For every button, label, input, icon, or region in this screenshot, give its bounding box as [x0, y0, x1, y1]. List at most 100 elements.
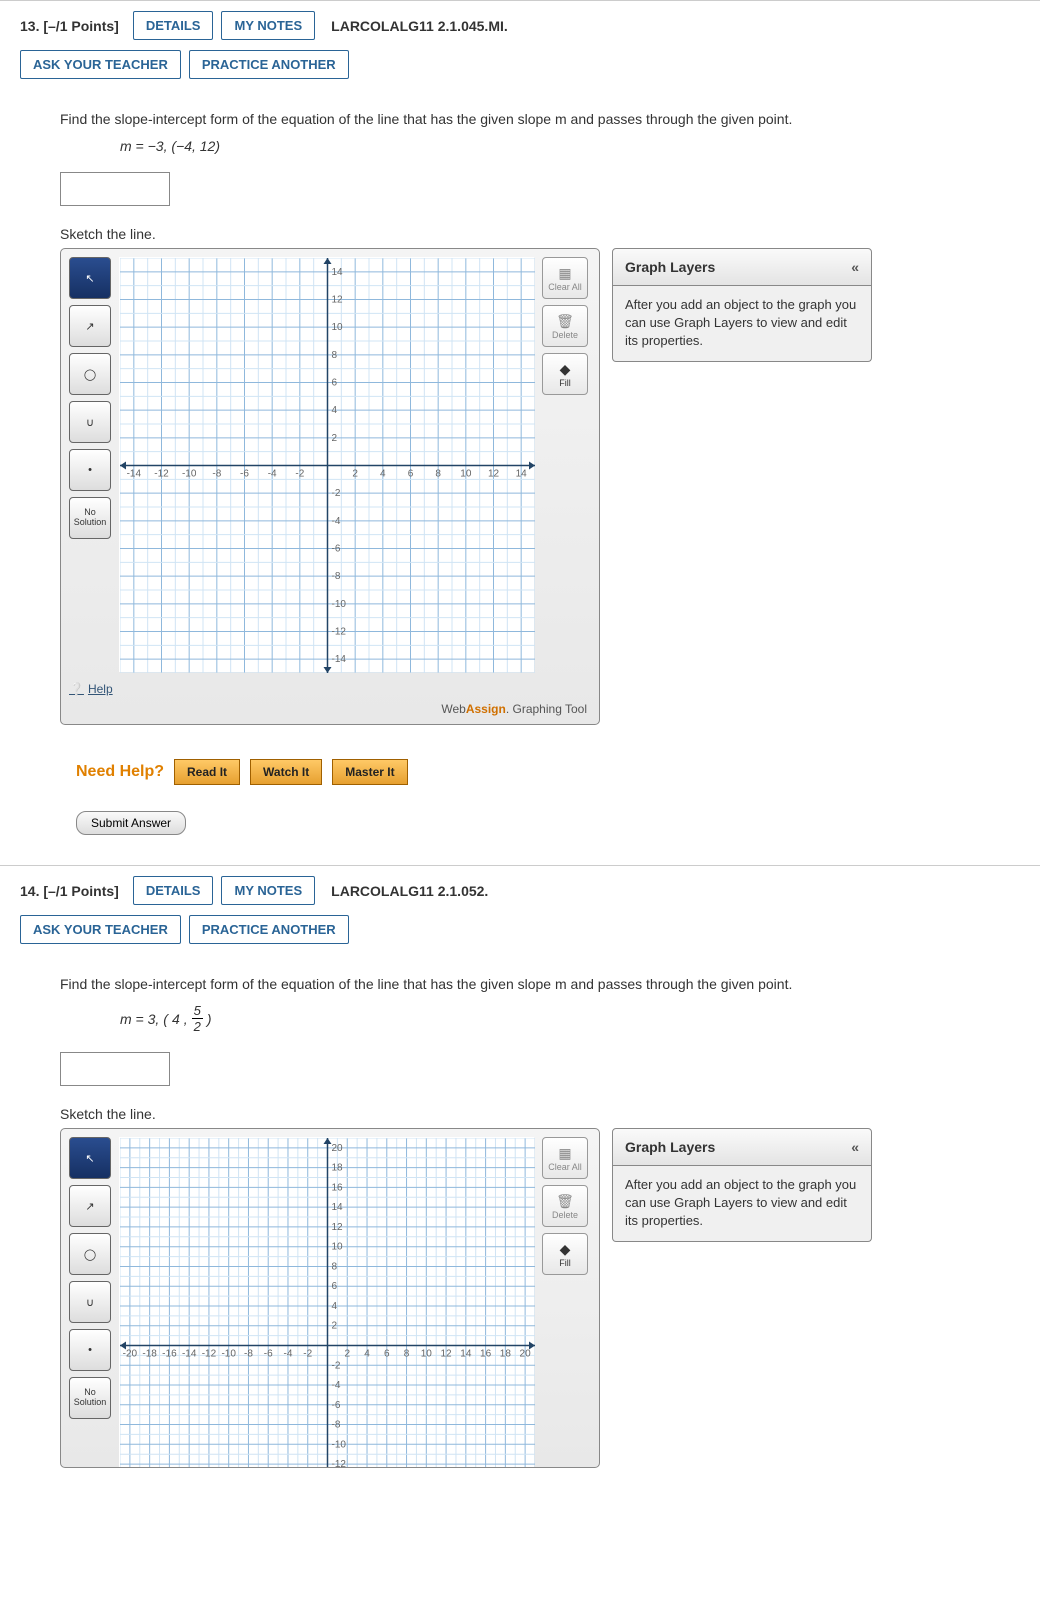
point-tool[interactable]: •	[69, 1329, 111, 1371]
svg-text:6: 6	[332, 378, 338, 389]
svg-text:-8: -8	[244, 1349, 253, 1360]
graph-layers-body: After you add an object to the graph you…	[612, 1166, 872, 1242]
help-link[interactable]: ❔Help	[69, 682, 113, 696]
trash-icon: 🗑	[556, 1193, 574, 1210]
graph-layers-panel: Graph Layers « After you add an object t…	[612, 248, 872, 362]
graph-layers-body: After you add an object to the graph you…	[612, 286, 872, 362]
svg-text:12: 12	[441, 1349, 453, 1360]
svg-text:-2: -2	[332, 1360, 341, 1371]
svg-text:-10: -10	[332, 599, 347, 610]
svg-text:-4: -4	[332, 516, 341, 527]
svg-text:-8: -8	[332, 1420, 341, 1431]
practice-another-button[interactable]: PRACTICE ANOTHER	[189, 915, 349, 944]
svg-text:14: 14	[332, 267, 344, 278]
line-tool[interactable]: ↗	[69, 1185, 111, 1227]
question-number: 14. [–/1 Points]	[20, 883, 119, 899]
svg-text:8: 8	[404, 1349, 410, 1360]
action-column: ▦Clear All 🗑Delete ◆Fill	[542, 257, 588, 672]
svg-text:2: 2	[332, 1321, 338, 1332]
details-button[interactable]: DETAILS	[133, 11, 214, 40]
my-notes-button[interactable]: MY NOTES	[221, 876, 315, 905]
svg-text:2: 2	[332, 433, 338, 444]
svg-text:6: 6	[332, 1281, 338, 1292]
parabola-tool[interactable]: ∪	[69, 401, 111, 443]
svg-text:-12: -12	[154, 469, 169, 480]
sketch-label: Sketch the line.	[60, 1106, 1020, 1122]
collapse-icon[interactable]: «	[851, 1139, 859, 1155]
line-tool[interactable]: ↗	[69, 305, 111, 347]
svg-text:-12: -12	[332, 1459, 347, 1468]
ask-teacher-button[interactable]: ASK YOUR TEACHER	[20, 50, 181, 79]
fill-icon: ◆	[560, 361, 571, 378]
tool-column: ↖ ↗ ◯ ∪ • No Solution	[69, 1137, 111, 1468]
no-solution-tool[interactable]: No Solution	[69, 497, 111, 539]
graph-svg: -14-12-10-8-6-4-22468101214-14-12-10-8-6…	[120, 258, 535, 673]
svg-text:-14: -14	[332, 654, 347, 665]
svg-text:-8: -8	[332, 571, 341, 582]
clear-all-button[interactable]: ▦Clear All	[542, 1137, 588, 1179]
fill-button[interactable]: ◆Fill	[542, 353, 588, 395]
question-header: 13. [–/1 Points] DETAILS MY NOTES LARCOL…	[0, 11, 1040, 50]
pointer-tool[interactable]: ↖	[69, 257, 111, 299]
svg-text:12: 12	[332, 295, 344, 306]
svg-text:2: 2	[344, 1349, 350, 1360]
circle-tool[interactable]: ◯	[69, 353, 111, 395]
master-it-button[interactable]: Master It	[332, 759, 407, 785]
delete-button[interactable]: 🗑Delete	[542, 1185, 588, 1227]
clear-all-button[interactable]: ▦Clear All	[542, 257, 588, 299]
svg-text:16: 16	[332, 1182, 344, 1193]
need-help-label: Need Help?	[76, 763, 164, 781]
graph-panel: ↖ ↗ ◯ ∪ • No Solution -14 -12 -10 -8 -6 -4 -2 2…	[60, 248, 600, 725]
svg-text:-2: -2	[332, 488, 341, 499]
svg-text:12: 12	[488, 469, 500, 480]
svg-text:14: 14	[460, 1349, 472, 1360]
question-header-row2: ASK YOUR TEACHER PRACTICE ANOTHER	[0, 915, 1040, 954]
watch-it-button[interactable]: Watch It	[250, 759, 322, 785]
clear-icon: ▦	[558, 265, 571, 282]
action-column: ▦Clear All 🗑Delete ◆Fill	[542, 1137, 588, 1468]
question-code: LARCOLALG11 2.1.045.MI.	[331, 18, 508, 34]
point-tool[interactable]: •	[69, 449, 111, 491]
svg-text:-6: -6	[332, 1400, 341, 1411]
question-body: Find the slope-intercept form of the equ…	[60, 974, 1020, 1468]
circle-tool[interactable]: ◯	[69, 1233, 111, 1275]
delete-button[interactable]: 🗑Delete	[542, 305, 588, 347]
my-notes-button[interactable]: MY NOTES	[221, 11, 315, 40]
parabola-tool[interactable]: ∪	[69, 1281, 111, 1323]
graph-canvas[interactable]: -14-12-10-8-6-4-22468101214-14-12-10-8-6…	[119, 257, 534, 672]
clear-icon: ▦	[558, 1145, 571, 1162]
question-math: m = −3, (−4, 12)	[120, 138, 1020, 154]
svg-text:4: 4	[332, 1301, 338, 1312]
help-icon: ❔	[69, 682, 84, 696]
answer-input[interactable]	[60, 1052, 170, 1086]
sketch-label: Sketch the line.	[60, 226, 1020, 242]
svg-text:-8: -8	[212, 469, 221, 480]
webassign-brand: WebAssign. Graphing Tool	[69, 696, 591, 716]
graph-area: ↖ ↗ ◯ ∪ • No Solution -14 -12 -10 -8 -6 -4 -2 2…	[60, 248, 1020, 725]
svg-text:10: 10	[332, 1242, 344, 1253]
practice-another-button[interactable]: PRACTICE ANOTHER	[189, 50, 349, 79]
svg-text:14: 14	[516, 469, 528, 480]
submit-answer-button[interactable]: Submit Answer	[76, 811, 186, 835]
answer-input[interactable]	[60, 172, 170, 206]
ask-teacher-button[interactable]: ASK YOUR TEACHER	[20, 915, 181, 944]
fill-button[interactable]: ◆Fill	[542, 1233, 588, 1275]
question-number: 13. [–/1 Points]	[20, 18, 119, 34]
question-body: Find the slope-intercept form of the equ…	[60, 109, 1020, 835]
svg-text:-14: -14	[127, 469, 142, 480]
graph-svg: -20-18-16-14-12-10-8-6-4-224681012141618…	[120, 1138, 535, 1468]
svg-text:-10: -10	[332, 1439, 347, 1450]
graph-panel: ↖ ↗ ◯ ∪ • No Solution -20-18-16-14-12-10…	[60, 1128, 600, 1468]
pointer-tool[interactable]: ↖	[69, 1137, 111, 1179]
collapse-icon[interactable]: «	[851, 259, 859, 275]
svg-text:-6: -6	[264, 1349, 273, 1360]
details-button[interactable]: DETAILS	[133, 876, 214, 905]
graph-canvas[interactable]: -20-18-16-14-12-10-8-6-4-224681012141618…	[119, 1137, 534, 1468]
svg-text:-6: -6	[240, 469, 249, 480]
svg-text:16: 16	[480, 1349, 492, 1360]
question-code: LARCOLALG11 2.1.052.	[331, 883, 488, 899]
graph-panel-wrap: ↖ ↗ ◯ ∪ • No Solution -20-18-16-14-12-10…	[60, 1128, 600, 1468]
read-it-button[interactable]: Read It	[174, 759, 240, 785]
svg-text:18: 18	[500, 1349, 512, 1360]
no-solution-tool[interactable]: No Solution	[69, 1377, 111, 1419]
